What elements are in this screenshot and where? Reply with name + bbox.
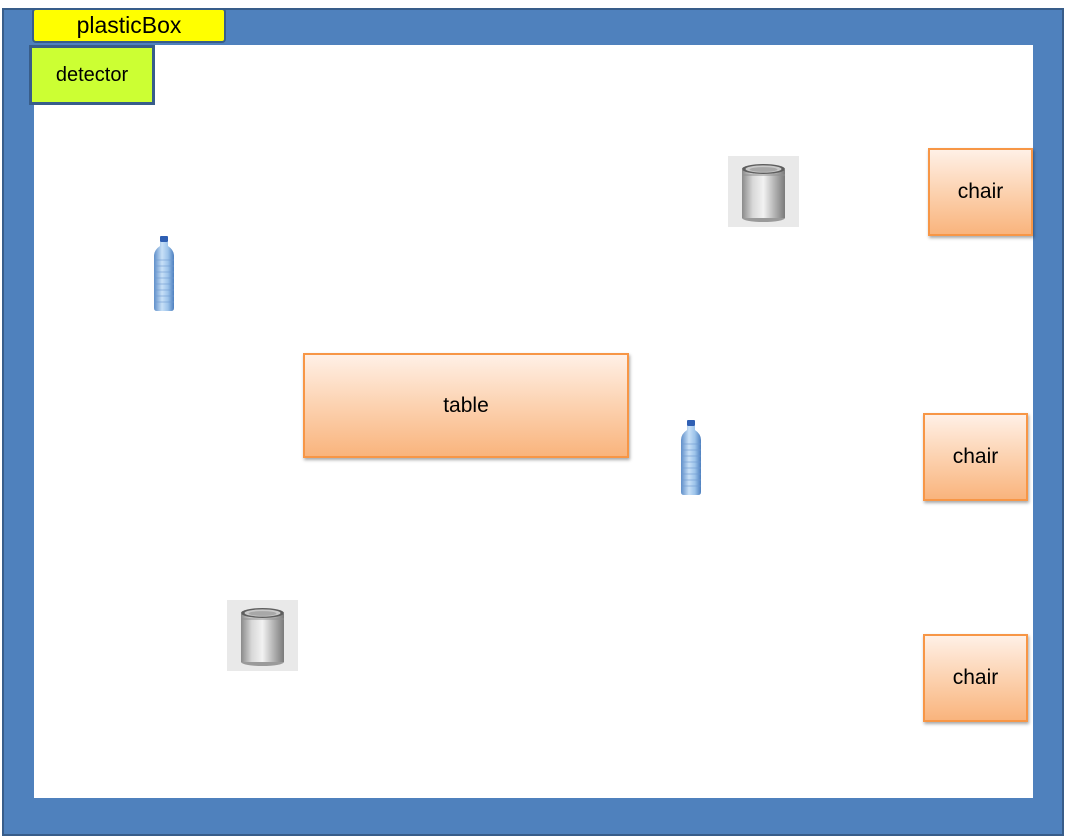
- tin-can-icon: [728, 156, 799, 227]
- chair-block-2: chair: [923, 413, 1028, 501]
- detector-box: detector: [29, 45, 155, 105]
- water-bottle-icon: [678, 420, 704, 496]
- water-bottle-icon: [151, 236, 177, 312]
- diagram-canvas: plasticBox detector table chair chair ch…: [0, 0, 1067, 838]
- chair-block-3: chair: [923, 634, 1028, 722]
- plastic-box-label: plasticBox: [32, 8, 226, 43]
- table-block: table: [303, 353, 629, 458]
- tin-can-icon: [227, 600, 298, 671]
- chair-block-1: chair: [928, 148, 1033, 236]
